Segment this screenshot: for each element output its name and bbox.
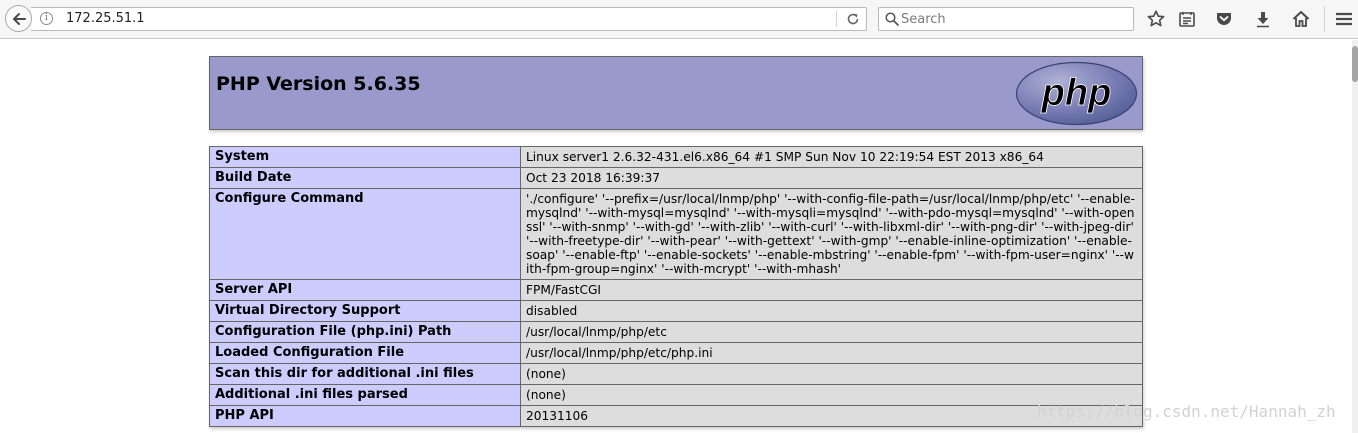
row-label: Server API — [209, 279, 521, 301]
row-value: './configure' '--prefix=/usr/local/lnmp/… — [520, 188, 1143, 280]
row-label: Build Date — [209, 167, 521, 189]
table-row: Server API FPM/FastCGI — [209, 279, 1143, 301]
reading-list-icon[interactable] — [1177, 9, 1197, 29]
row-value: Oct 23 2018 16:39:37 — [520, 167, 1143, 189]
back-arrow-icon — [12, 12, 26, 25]
url-bar[interactable]: i 172.25.51.1 — [31, 7, 867, 31]
table-row: Configure Command './configure' '--prefix… — [209, 188, 1143, 280]
row-label: Additional .ini files parsed — [209, 384, 521, 406]
php-logo-text: php — [1041, 72, 1112, 114]
table-row: Additional .ini files parsed (none) — [209, 384, 1143, 406]
page-title: PHP Version 5.6.35 — [216, 73, 421, 95]
row-value: disabled — [520, 300, 1143, 322]
reload-icon[interactable] — [845, 11, 861, 27]
row-value: (none) — [520, 363, 1143, 385]
url-text[interactable]: 172.25.51.1 — [66, 11, 145, 26]
table-row: Scan this dir for additional .ini files(… — [209, 363, 1143, 385]
row-label: Configuration File (php.ini) Path — [209, 321, 521, 343]
home-icon[interactable] — [1291, 9, 1311, 29]
search-icon — [885, 12, 899, 26]
table-row: System Linux server1 2.6.32-431.el6.x86_6… — [209, 146, 1143, 168]
row-label: Virtual Directory Support — [209, 300, 521, 322]
table-row: Virtual Directory Support disabled — [209, 300, 1143, 322]
row-label: Scan this dir for additional .ini files — [209, 363, 521, 385]
hamburger-menu-icon[interactable] — [1334, 9, 1354, 29]
php-version-header: PHP Version 5.6.35 php — [209, 56, 1143, 130]
scrollbar-thumb[interactable] — [1352, 46, 1358, 82]
url-bar-divider — [836, 11, 837, 27]
table-row: PHP API 20131106 — [209, 405, 1143, 427]
page-viewport: PHP Version 5.6.35 php System Linux serve… — [0, 40, 1358, 433]
back-button[interactable] — [5, 5, 32, 32]
search-bar[interactable] — [878, 7, 1134, 31]
row-value: /usr/local/lnmp/php/etc — [520, 321, 1143, 343]
php-logo[interactable]: php — [1015, 61, 1138, 126]
toolbar-separator — [1324, 6, 1325, 32]
row-value: FPM/FastCGI — [520, 279, 1143, 301]
row-label: Configure Command — [209, 188, 521, 280]
table-row: Build Date Oct 23 2018 16:39:37 — [209, 167, 1143, 189]
php-info-table: System Linux server1 2.6.32-431.el6.x86_6… — [209, 146, 1143, 427]
row-label: System — [209, 146, 521, 168]
vertical-scrollbar[interactable] — [1352, 40, 1358, 433]
row-label: PHP API — [209, 405, 521, 427]
watermark-text: https://blog.csdn.net/Hannah_zh — [1037, 402, 1336, 421]
row-value: Linux server1 2.6.32-431.el6.x86_64 #1 S… — [520, 146, 1143, 168]
browser-toolbar: i 172.25.51.1 — [0, 0, 1358, 39]
pocket-icon[interactable] — [1214, 9, 1234, 29]
row-label: Loaded Configuration File — [209, 342, 521, 364]
table-row: Loaded Configuration File/usr/local/lnmp… — [209, 342, 1143, 364]
search-input[interactable] — [901, 9, 1126, 29]
info-icon[interactable]: i — [40, 12, 53, 25]
bookmark-star-icon[interactable] — [1146, 9, 1166, 29]
table-row: Configuration File (php.ini) Path/usr/lo… — [209, 321, 1143, 343]
download-icon[interactable] — [1253, 9, 1273, 29]
row-value: /usr/local/lnmp/php/etc/php.ini — [520, 342, 1143, 364]
